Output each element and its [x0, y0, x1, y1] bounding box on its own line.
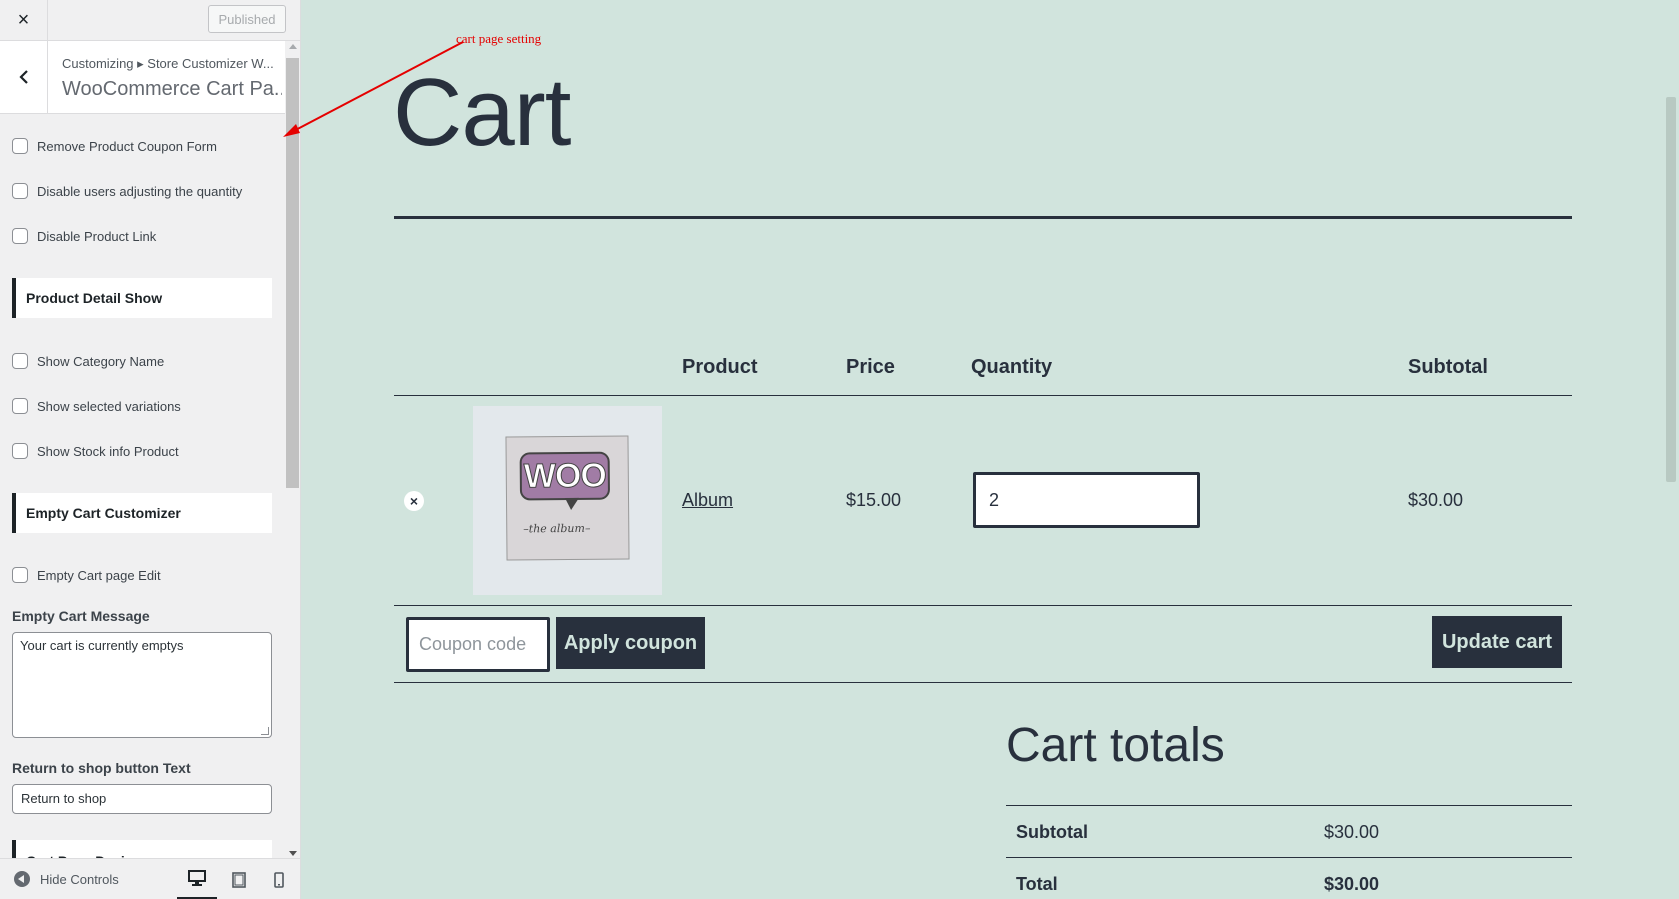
product-name-link[interactable]: Album: [682, 490, 733, 511]
return-button-text-input[interactable]: Return to shop: [12, 784, 272, 814]
quantity-input[interactable]: 2: [973, 472, 1200, 528]
show-variations-option[interactable]: Show selected variations: [12, 398, 181, 414]
disable-product-link-option[interactable]: Disable Product Link: [12, 228, 156, 244]
column-header-price: Price: [846, 356, 895, 378]
update-cart-button[interactable]: Update cart: [1432, 616, 1562, 668]
title-divider: [394, 216, 1572, 219]
checkbox[interactable]: [12, 228, 28, 244]
preview-tablet-button[interactable]: [219, 859, 259, 899]
column-header-subtotal: Subtotal: [1408, 356, 1488, 378]
option-label: Show selected variations: [37, 398, 181, 414]
woo-logo: WOO: [519, 451, 611, 501]
preview-desktop-button[interactable]: [177, 859, 217, 899]
textarea-value: Your cart is currently emptys: [20, 638, 184, 653]
hide-controls-label: Hide Controls: [40, 871, 119, 887]
totals-divider: [1006, 805, 1572, 806]
product-thumbnail[interactable]: WOO –the album–: [473, 406, 662, 595]
scroll-down-icon[interactable]: [289, 851, 297, 856]
checkbox[interactable]: [12, 183, 28, 199]
apply-coupon-button[interactable]: Apply coupon: [556, 617, 705, 669]
album-caption: –the album–: [523, 521, 591, 536]
checkbox[interactable]: [12, 398, 28, 414]
empty-cart-edit-option[interactable]: Empty Cart page Edit: [12, 567, 161, 583]
desktop-icon: [188, 870, 206, 886]
table-row-divider: [394, 605, 1572, 606]
option-label: Empty Cart page Edit: [37, 567, 161, 583]
totals-total-value: $30.00: [1324, 874, 1380, 894]
coupon-code-input[interactable]: Coupon code: [406, 617, 550, 672]
collapse-icon: [14, 871, 30, 887]
tablet-icon: [232, 871, 246, 888]
option-label: Disable Product Link: [37, 228, 157, 244]
option-label: Show Stock info Product: [37, 443, 179, 459]
option-label: Disable users adjusting the quantity: [37, 183, 243, 199]
empty-cart-group-header[interactable]: Empty Cart Customizer: [12, 493, 272, 533]
hide-controls-button[interactable]: Hide Controls: [14, 871, 119, 887]
annotation-label: cart page setting: [456, 31, 542, 46]
preview-mobile-button[interactable]: [259, 859, 299, 899]
totals-subtotal-label: Subtotal: [1016, 822, 1088, 842]
checkbox[interactable]: [12, 353, 28, 369]
show-stock-info-option[interactable]: Show Stock info Product: [12, 443, 179, 459]
empty-message-textarea[interactable]: Your cart is currently emptys: [12, 632, 272, 738]
customizer-footer: Hide Controls: [0, 858, 300, 899]
column-header-quantity: Quantity: [971, 356, 1053, 378]
option-label: Show Category Name: [37, 353, 165, 369]
disable-quantity-option[interactable]: Disable users adjusting the quantity: [12, 183, 242, 199]
show-category-name-option[interactable]: Show Category Name: [12, 353, 164, 369]
return-button-text-label: Return to shop button Text: [12, 760, 191, 776]
album-image: WOO –the album–: [505, 435, 630, 561]
preview-scrollbar-thumb[interactable]: [1666, 97, 1676, 482]
checkbox[interactable]: [12, 567, 28, 583]
resize-handle[interactable]: [261, 727, 269, 735]
sidebar-scrollbar[interactable]: [285, 42, 300, 858]
checkbox[interactable]: [12, 443, 28, 459]
product-detail-group-header[interactable]: Product Detail Show: [12, 278, 272, 318]
preview-scrollbar[interactable]: [1663, 0, 1679, 899]
page-title: Cart: [393, 59, 571, 166]
speech-bubble-tail: [565, 497, 580, 511]
totals-divider: [1006, 857, 1572, 858]
table-footer-divider: [394, 682, 1572, 683]
remove-item-button[interactable]: ×: [404, 491, 424, 511]
table-header-divider: [394, 395, 1572, 396]
product-subtotal: $30.00: [1408, 490, 1464, 510]
product-price: $15.00: [846, 490, 902, 510]
empty-message-label: Empty Cart Message: [12, 608, 150, 624]
totals-subtotal-value: $30.00: [1324, 822, 1380, 842]
totals-total-label: Total: [1016, 874, 1058, 894]
mobile-icon: [274, 871, 284, 888]
column-header-product: Product: [682, 356, 758, 378]
remove-icon: ×: [409, 493, 419, 509]
cart-totals-title: Cart totals: [1006, 719, 1225, 772]
